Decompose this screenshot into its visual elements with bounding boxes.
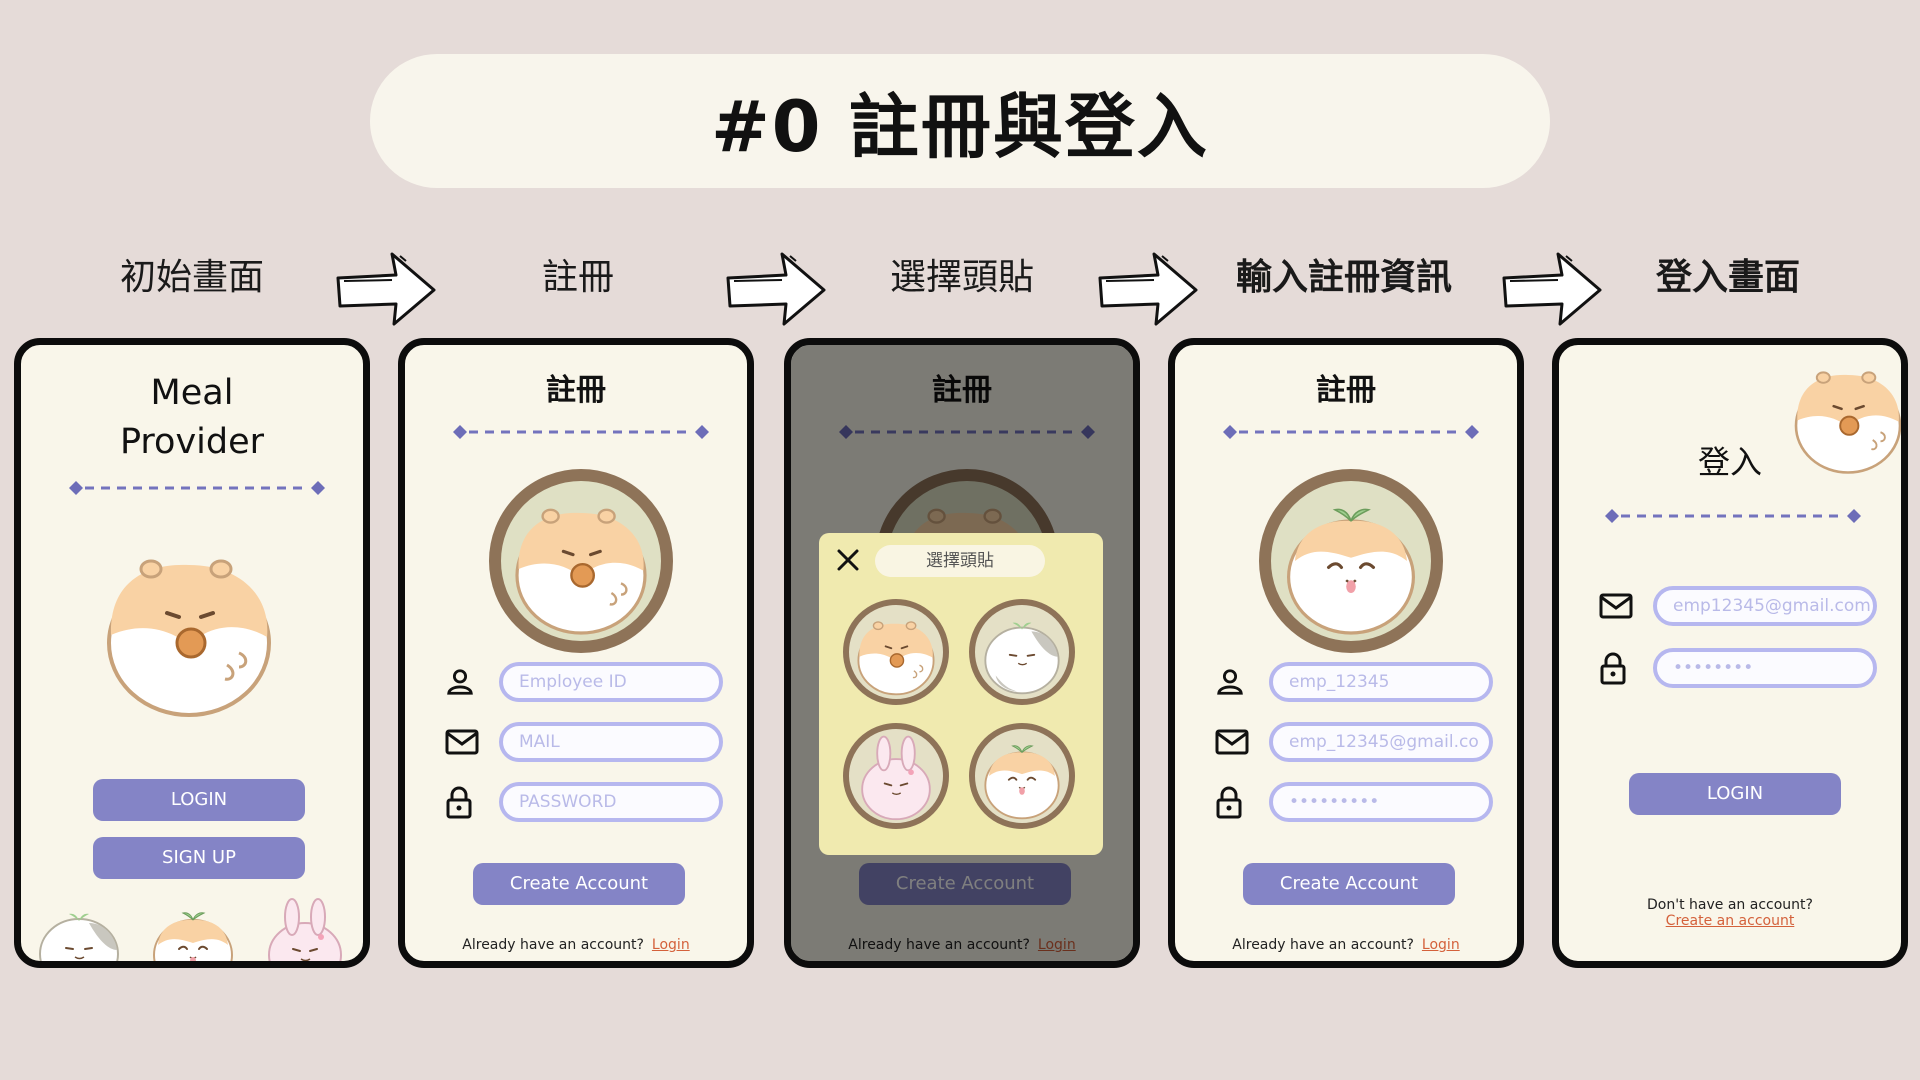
step-label-fill-info: 輸入註冊資訊 xyxy=(1235,257,1452,298)
create-account-button[interactable]: Create Account xyxy=(473,863,685,905)
create-account-button[interactable]: Create Account xyxy=(1243,863,1455,905)
modal-title: 選擇頭貼 xyxy=(875,545,1045,577)
step-label-avatar: 選擇頭貼 xyxy=(889,257,1034,298)
phone-filled-screen: 註冊 emp_12345 emp_12345@gmail.co ••••••••… xyxy=(1168,338,1524,968)
avatar[interactable] xyxy=(489,469,673,653)
phone-login-screen: 登入 emp12345@gmail.com •••••••• LOGIN Don… xyxy=(1552,338,1908,968)
lock-icon xyxy=(1599,651,1627,685)
avatar-option[interactable] xyxy=(843,599,949,705)
mail-row: emp_12345@gmail.co xyxy=(1215,721,1493,763)
avatar[interactable] xyxy=(1259,469,1443,653)
bunny-image xyxy=(849,729,943,823)
phone-avatar-screen: 註冊 Create Account Already have an accoun… xyxy=(784,338,1140,968)
step-label-login: 登入畫面 xyxy=(1655,257,1800,298)
app-name-line-1: Meal xyxy=(150,373,234,413)
lock-icon xyxy=(445,785,473,819)
divider xyxy=(67,481,327,495)
page-title-pill: #0 註冊與登入 xyxy=(370,54,1550,188)
divider xyxy=(1603,509,1863,523)
mail-input[interactable]: MAIL xyxy=(499,722,723,762)
app-name-line-2: Provider xyxy=(119,422,265,462)
mail-icon xyxy=(1599,593,1633,619)
mail-icon xyxy=(1215,729,1249,755)
hamster-mascot-image xyxy=(89,525,289,725)
avatar-picker-modal: 選擇頭貼 xyxy=(819,533,1103,855)
mail-row: MAIL xyxy=(445,721,723,763)
mail-icon xyxy=(445,729,479,755)
phone-signup-screen: 註冊 Employee ID MAIL PASSWORD Create Acco… xyxy=(398,338,754,968)
user-icon xyxy=(445,667,475,697)
flow-arrow-icon xyxy=(724,250,828,328)
create-account-link[interactable]: Create an account xyxy=(1559,913,1901,929)
login-link[interactable]: Login xyxy=(1422,937,1460,953)
close-icon[interactable] xyxy=(835,547,861,573)
password-input[interactable]: PASSWORD xyxy=(499,782,723,822)
flow-arrow-icon xyxy=(1500,250,1604,328)
signup-title: 註冊 xyxy=(546,373,606,408)
hamster-grey-image xyxy=(975,605,1069,699)
employee-id-row: Employee ID xyxy=(445,661,723,703)
avatar-option[interactable] xyxy=(843,723,949,829)
step-label-signup: 註冊 xyxy=(541,257,614,298)
footer-text: Already have an account? xyxy=(462,937,644,953)
password-input[interactable]: ••••••••• xyxy=(1269,782,1493,822)
login-link[interactable]: Login xyxy=(652,937,690,953)
employee-id-row: emp_12345 xyxy=(1215,661,1493,703)
signup-title: 註冊 xyxy=(1316,373,1376,408)
bunny-sticker-image xyxy=(255,891,355,968)
step-label-initial: 初始畫面 xyxy=(119,257,264,298)
login-button[interactable]: LOGIN xyxy=(93,779,305,821)
login-button[interactable]: LOGIN xyxy=(1629,773,1841,815)
employee-id-input[interactable]: Employee ID xyxy=(499,662,723,702)
user-icon xyxy=(1215,667,1245,697)
avatar-option[interactable] xyxy=(969,723,1075,829)
lock-icon xyxy=(1215,785,1243,819)
employee-id-input[interactable]: emp_12345 xyxy=(1269,662,1493,702)
phone-initial-screen: Meal Provider LOGIN SIGN UP xyxy=(14,338,370,968)
hamster-sprout-image xyxy=(975,729,1069,823)
login-title: 登入 xyxy=(1697,443,1762,481)
mail-input[interactable]: emp12345@gmail.com xyxy=(1653,586,1877,626)
password-row: ••••••••• xyxy=(1215,781,1493,823)
divider xyxy=(451,425,711,439)
footer-text: Don't have an account? xyxy=(1647,897,1813,913)
hamster-sprout-avatar-image xyxy=(1271,481,1431,641)
password-row: •••••••• xyxy=(1599,647,1877,689)
hamster-avatar-image xyxy=(501,481,661,641)
footer-text: Already have an account? xyxy=(1232,937,1414,953)
avatar-option[interactable] xyxy=(969,599,1075,705)
hamster-sticker-image xyxy=(143,895,243,968)
divider xyxy=(1221,425,1481,439)
password-row: PASSWORD xyxy=(445,781,723,823)
login-footer: Don't have an account? Create an account xyxy=(1559,897,1901,929)
app-name: Meal Provider xyxy=(21,369,363,467)
flow-arrow-icon xyxy=(334,250,438,328)
mail-input[interactable]: emp_12345@gmail.co xyxy=(1269,722,1493,762)
hamster-sticker-image xyxy=(29,895,129,968)
hamster-orange-image xyxy=(849,605,943,699)
password-input[interactable]: •••••••• xyxy=(1653,648,1877,688)
signup-footer: Already have an account? Login xyxy=(405,937,747,953)
signup-button[interactable]: SIGN UP xyxy=(93,837,305,879)
mail-row: emp12345@gmail.com xyxy=(1599,585,1877,627)
filled-footer: Already have an account? Login xyxy=(1175,937,1517,953)
page-title: #0 註冊與登入 xyxy=(711,85,1209,168)
flow-arrow-icon xyxy=(1096,250,1200,328)
